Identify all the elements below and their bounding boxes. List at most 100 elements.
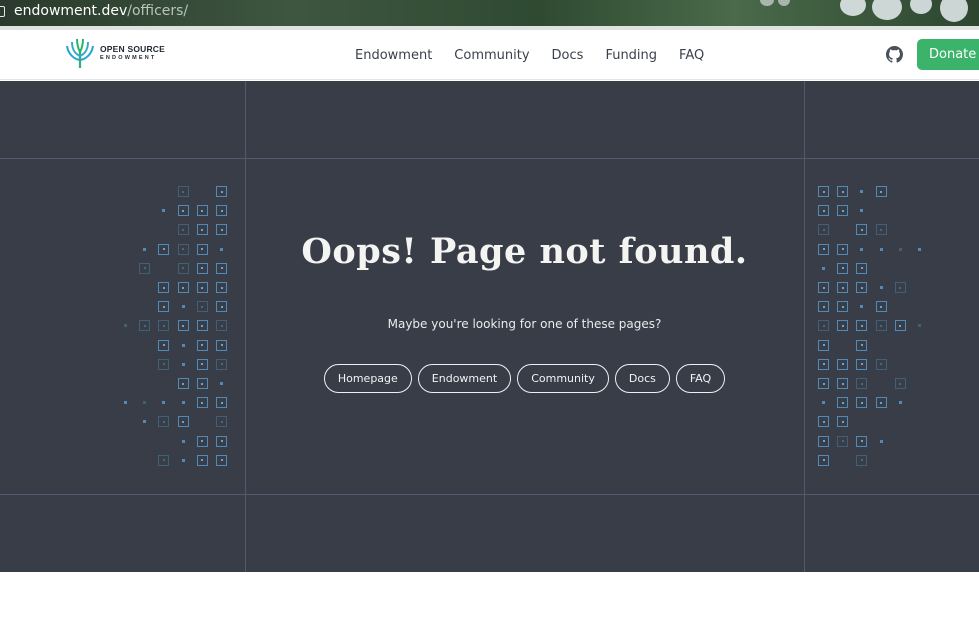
pattern-square [856,378,868,389]
pattern-square [177,320,189,332]
pattern-square [216,454,227,466]
pattern-square [158,282,170,293]
pattern-square [818,186,829,197]
pattern-square [856,339,868,351]
pattern-square [818,435,829,447]
link-docs[interactable]: Docs [614,364,670,393]
pattern-square [196,224,208,236]
pattern-square [216,205,227,217]
grid-line [0,158,979,159]
pattern-square [894,282,906,293]
pattern-dot [860,305,864,309]
pattern-square [818,416,829,428]
pattern-square [139,320,151,332]
pattern-square [818,301,829,313]
pattern-dot [124,324,127,328]
donate-button[interactable]: Donate [917,39,979,70]
pattern-square [196,339,208,351]
pattern-square [216,339,227,351]
pattern-square [856,397,868,409]
pattern-dot [898,401,902,405]
pattern-dot [860,209,864,213]
nav-link-docs[interactable]: Docs [552,48,584,63]
pattern-dot [860,190,864,193]
pattern-square [818,339,829,351]
logo-wordmark-line2: ENDOWMENT [100,55,157,61]
pattern-square [856,282,868,293]
pattern-square [177,224,189,236]
pattern-square [875,301,887,313]
pattern-square [177,282,189,293]
pattern-square [837,416,849,428]
pattern-dot [822,401,825,405]
link-faq[interactable]: FAQ [675,364,726,393]
pattern-square [216,320,227,332]
pattern-square [856,224,868,236]
nav-link-faq[interactable]: FAQ [679,48,704,63]
pattern-dot [124,401,127,405]
pattern-square [818,454,829,466]
pattern-square [894,378,906,389]
pattern-square [216,282,227,293]
pattern-square [216,397,227,409]
pattern-dot [181,458,185,462]
pattern-square [196,320,208,332]
pattern-dot [143,420,147,424]
link-endowment[interactable]: Endowment [417,364,512,393]
pattern-square [196,243,208,255]
page-title: Oops! Page not found. [301,231,748,272]
pattern-square [177,243,189,255]
pattern-square [837,301,849,313]
pattern-square [177,205,189,217]
pattern-square [875,320,887,332]
pattern-dot [181,401,185,405]
pattern-square [216,224,227,236]
pattern-dot [879,286,883,289]
suggested-links: Homepage Endowment Community Docs FAQ [245,364,804,393]
grid-line [804,81,805,572]
tree-logo-icon [66,38,94,68]
lock-icon [0,6,5,17]
pattern-dot [879,439,883,443]
pattern-dot [162,209,166,213]
pattern-dot [220,247,223,251]
pattern-square [837,320,849,332]
pattern-square [216,301,227,313]
pattern-square [875,397,887,409]
nav-link-funding[interactable]: Funding [605,48,657,63]
link-community[interactable]: Community [517,364,609,393]
pattern-square [158,320,170,332]
browser-url-bar[interactable]: endowment.dev/officers/ [0,0,979,26]
nav-link-endowment[interactable]: Endowment [355,48,432,63]
pattern-square [177,416,189,428]
pattern-square [158,454,170,466]
nav-link-community[interactable]: Community [454,48,529,63]
site-logo[interactable]: OPEN SOURCE ENDOWMENT [66,38,165,68]
page-footer-space [0,572,979,638]
pattern-square [177,262,189,274]
github-icon[interactable] [886,46,903,63]
pattern-square [196,262,208,274]
pattern-square [177,378,189,389]
pattern-square [177,186,189,197]
url-text[interactable]: endowment.dev/officers/ [14,3,188,19]
pattern-square [818,378,829,389]
pattern-dot [162,401,166,405]
pattern-square [856,320,868,332]
link-homepage[interactable]: Homepage [323,364,412,393]
pattern-dot [181,439,185,443]
pattern-square [158,339,170,351]
decorative-pattern-left [120,186,240,471]
pattern-square [837,243,849,255]
pattern-square [818,205,829,217]
pattern-square [894,320,906,332]
page-subtitle: Maybe you're looking for one of these pa… [387,317,662,331]
pattern-square [837,435,849,447]
pattern-square [196,358,208,370]
pattern-dot [822,266,825,270]
pattern-square [196,397,208,409]
pattern-square [837,282,849,293]
pattern-square [875,224,887,236]
pattern-square [856,358,868,370]
pattern-dot [860,247,864,251]
